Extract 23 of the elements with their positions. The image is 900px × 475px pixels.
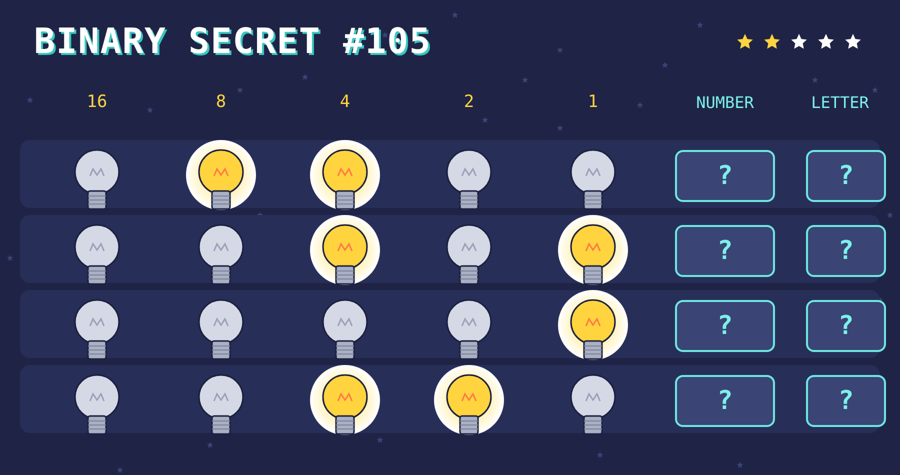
number-answer-box[interactable]: ? (675, 375, 775, 427)
column-header: 8 (216, 92, 226, 112)
column-header: 1 (588, 92, 598, 112)
lightbulb-icon[interactable] (557, 215, 629, 287)
lightbulb-icon[interactable] (433, 365, 505, 437)
lightbulb-icon[interactable] (309, 140, 381, 212)
column-header: 16 (86, 92, 108, 112)
game-title: BINARY SECRET #105 (34, 22, 432, 62)
number-answer-box[interactable]: ? (675, 150, 775, 202)
letter-answer-box[interactable]: ? (806, 300, 886, 352)
letter-answer-box[interactable]: ? (806, 225, 886, 277)
column-header: LETTER (811, 92, 869, 112)
lightbulb-icon[interactable] (309, 365, 381, 437)
column-header: NUMBER (696, 92, 754, 112)
letter-answer-box[interactable]: ? (806, 150, 886, 202)
lightbulb-icon[interactable] (309, 215, 381, 287)
lightbulb-icon[interactable] (185, 140, 257, 212)
lightbulb-icon[interactable] (557, 290, 629, 362)
column-header: 4 (340, 92, 350, 112)
letter-answer-box[interactable]: ? (806, 375, 886, 427)
number-answer-box[interactable]: ? (675, 300, 775, 352)
number-answer-box[interactable]: ? (675, 225, 775, 277)
column-header: 2 (464, 92, 474, 112)
